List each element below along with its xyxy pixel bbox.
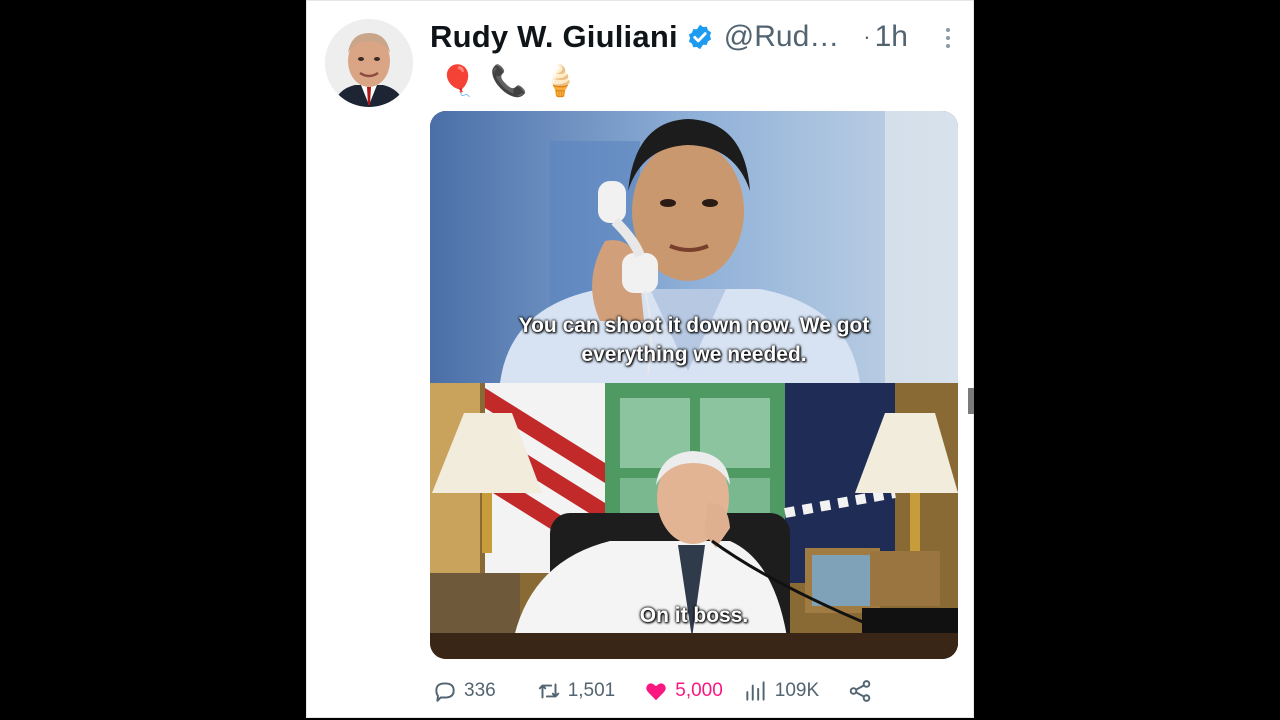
reply-icon: [435, 682, 455, 702]
verified-badge-icon: [688, 24, 711, 50]
tweet-header: Rudy W. Giuliani @Rud… · 1h: [430, 15, 960, 59]
author-handle[interactable]: @Rud…: [724, 20, 840, 54]
retweet-button[interactable]: 1,501: [536, 678, 616, 704]
reply-button[interactable]: 336: [432, 678, 496, 704]
avatar-image: [325, 19, 413, 107]
reply-count: 336: [464, 680, 496, 701]
top-caption: You can shoot it down now. We got everyt…: [518, 314, 870, 366]
retweet-icon: [538, 683, 559, 699]
like-count: 5,000: [675, 680, 723, 701]
bottom-caption: On it boss.: [639, 604, 749, 627]
heart-icon: [646, 683, 666, 701]
tweet-actions: 336 1,501 5,000 109K: [430, 671, 970, 711]
tweet-timestamp[interactable]: 1h: [875, 20, 908, 54]
like-button[interactable]: 5,000: [643, 678, 723, 704]
views-chart-icon: [746, 681, 765, 701]
author-name[interactable]: Rudy W. Giuliani: [430, 19, 678, 55]
balloon-emoji: 🎈: [439, 64, 477, 98]
ice-cream-emoji: 🍦: [541, 64, 580, 98]
view-count: 109K: [774, 680, 820, 701]
scroll-indicator[interactable]: [968, 388, 974, 414]
tweet-text: 🎈 📞 🍦: [439, 61, 579, 101]
telephone-emoji: 📞: [490, 64, 528, 98]
retweet-count: 1,501: [567, 680, 616, 701]
share-icon: [849, 680, 871, 702]
author-avatar[interactable]: [325, 19, 413, 107]
tweet-media[interactable]: You can shoot it down now. We got everyt…: [430, 111, 958, 659]
more-options-icon[interactable]: [945, 27, 951, 49]
tweet-card: Rudy W. Giuliani @Rud… · 1h 🎈 📞 🍦 You ca…: [306, 0, 974, 718]
meme-top-panel: You can shoot it down now. We got everyt…: [430, 111, 958, 383]
meme-bottom-panel: On it boss.: [430, 383, 958, 659]
share-button[interactable]: [847, 678, 879, 704]
views-button[interactable]: 109K: [743, 678, 819, 704]
header-separator: ·: [863, 24, 871, 49]
